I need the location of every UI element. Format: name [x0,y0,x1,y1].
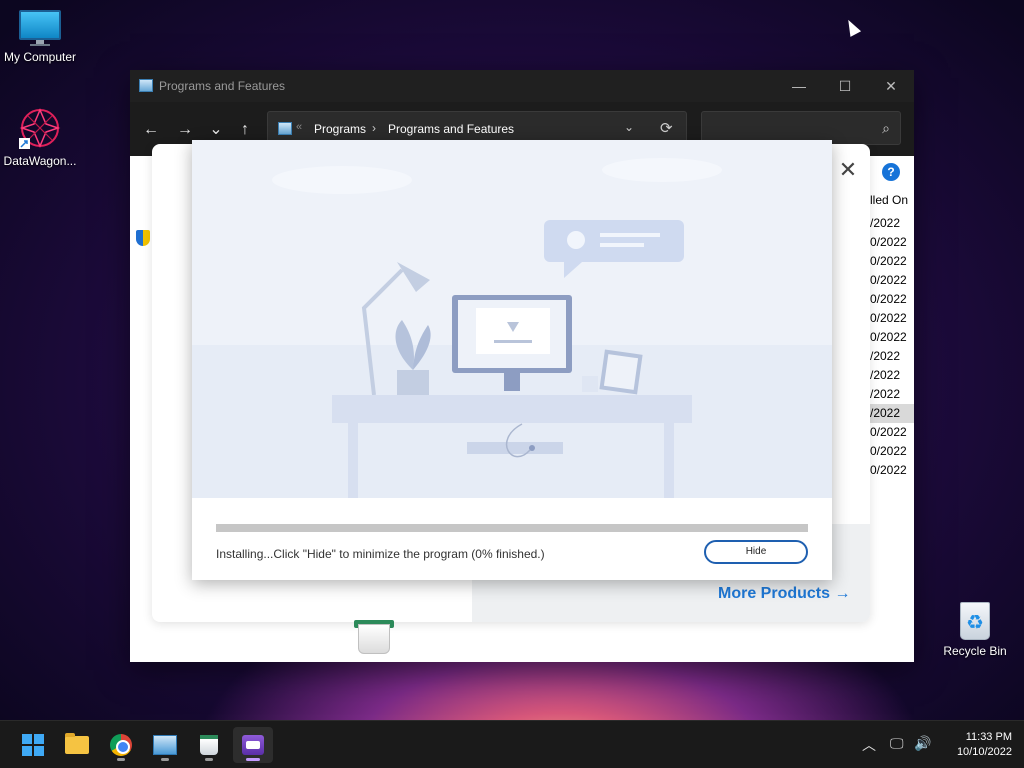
computer-icon [19,10,61,46]
show-hidden-icons-chevron-icon[interactable]: ︿ [862,735,876,755]
desk-illustration [192,140,832,498]
control-panel-icon [278,122,292,135]
list-item[interactable]: /2022 [870,366,914,385]
more-products-link[interactable]: More Products → [718,585,850,603]
overflow-chevron-icon[interactable]: « [296,121,302,133]
hide-button[interactable]: Hide [704,540,808,564]
installer-close-button[interactable]: ✕ [836,158,860,182]
maximize-button[interactable]: ☐ [822,70,868,102]
windows-logo-icon [22,734,44,756]
chrome-icon [110,734,132,756]
cleaner-app-icon [354,620,394,654]
folder-icon [65,733,89,754]
list-item[interactable]: /2022 [870,385,914,404]
install-status-text: Installing...Click "Hide" to minimize th… [216,547,545,561]
taskbar-installer[interactable] [233,727,273,763]
taskbar-file-explorer[interactable] [57,727,97,763]
bin-icon [200,735,218,755]
mouse-cursor-icon [842,17,862,37]
list-item[interactable]: 0/2022 [870,290,914,309]
list-item[interactable]: 0/2022 [870,423,914,442]
address-dropdown-icon[interactable]: ⌄ [624,120,634,134]
running-indicator [161,758,169,761]
volume-icon[interactable]: 🔊 [914,735,931,752]
minimize-button[interactable]: — [776,70,822,102]
list-item[interactable]: 0/2022 [870,461,914,480]
back-button[interactable]: ← [137,116,165,144]
uac-shield-icon [136,230,150,246]
list-item[interactable]: 0/2022 [870,233,914,252]
taskbar-control-panel[interactable] [145,727,185,763]
control-panel-icon [139,79,153,92]
breadcrumb-separator-icon[interactable]: › [372,121,376,135]
list-item-selected[interactable]: /2022 [870,404,914,423]
list-item[interactable]: 0/2022 [870,252,914,271]
desktop-icon-label: My Computer [3,50,77,64]
start-button[interactable] [12,727,52,763]
search-icon: ⌕ [882,120,890,136]
desktop-icon-label: DataWagon... [3,154,77,168]
breadcrumb-programs[interactable]: Programs [314,122,366,136]
help-icon[interactable]: ? [882,163,900,181]
datawagon-icon [18,106,62,150]
box-icon [242,735,264,755]
installing-dialog: Installing...Click "Hide" to minimize th… [192,140,832,580]
desktop-icon-my-computer[interactable]: My Computer [0,10,80,64]
arrow-right-icon: → [834,585,851,602]
list-item[interactable]: /2022 [870,214,914,233]
list-item[interactable]: /2022 [870,347,914,366]
clock-date: 10/10/2022 [956,746,1012,758]
desktop-icon-label: Recycle Bin [943,644,1007,658]
list-item[interactable]: 0/2022 [870,309,914,328]
taskbar-chrome[interactable] [101,727,141,763]
desktop-icon-recycle-bin[interactable]: ♻ Recycle Bin [935,598,1015,658]
more-products-label: More Products [718,585,831,602]
window-title: Programs and Features [159,79,286,93]
list-item[interactable]: 0/2022 [870,442,914,461]
running-indicator [205,758,213,761]
control-panel-icon [153,735,177,755]
column-header-installed-on[interactable]: lled On [870,193,908,207]
window-titlebar[interactable]: Programs and Features — ☐ ✕ [130,70,914,102]
taskbar-cleaner[interactable] [189,727,229,763]
install-progress-bar [216,524,808,532]
list-item[interactable]: 0/2022 [870,328,914,347]
recycle-bin-icon: ♻ [958,598,992,640]
close-button[interactable]: ✕ [868,70,914,102]
running-indicator [117,758,125,761]
network-icon[interactable]: 🖵 [890,735,904,752]
installed-on-column: /2022 0/2022 0/2022 0/2022 0/2022 0/2022… [870,214,914,480]
refresh-icon[interactable]: ⟳ [660,119,673,137]
taskbar: ︿ 🖵 🔊 11:33 PM 10/10/2022 [0,720,1024,768]
clock-time: 11:33 PM [965,731,1012,743]
active-indicator [246,758,260,761]
breadcrumb-programs-and-features[interactable]: Programs and Features [388,122,514,136]
list-item[interactable]: 0/2022 [870,271,914,290]
desktop-icon-datawagon[interactable]: DataWagon... [0,106,80,168]
system-clock[interactable]: 11:33 PM 10/10/2022 [940,730,1012,760]
